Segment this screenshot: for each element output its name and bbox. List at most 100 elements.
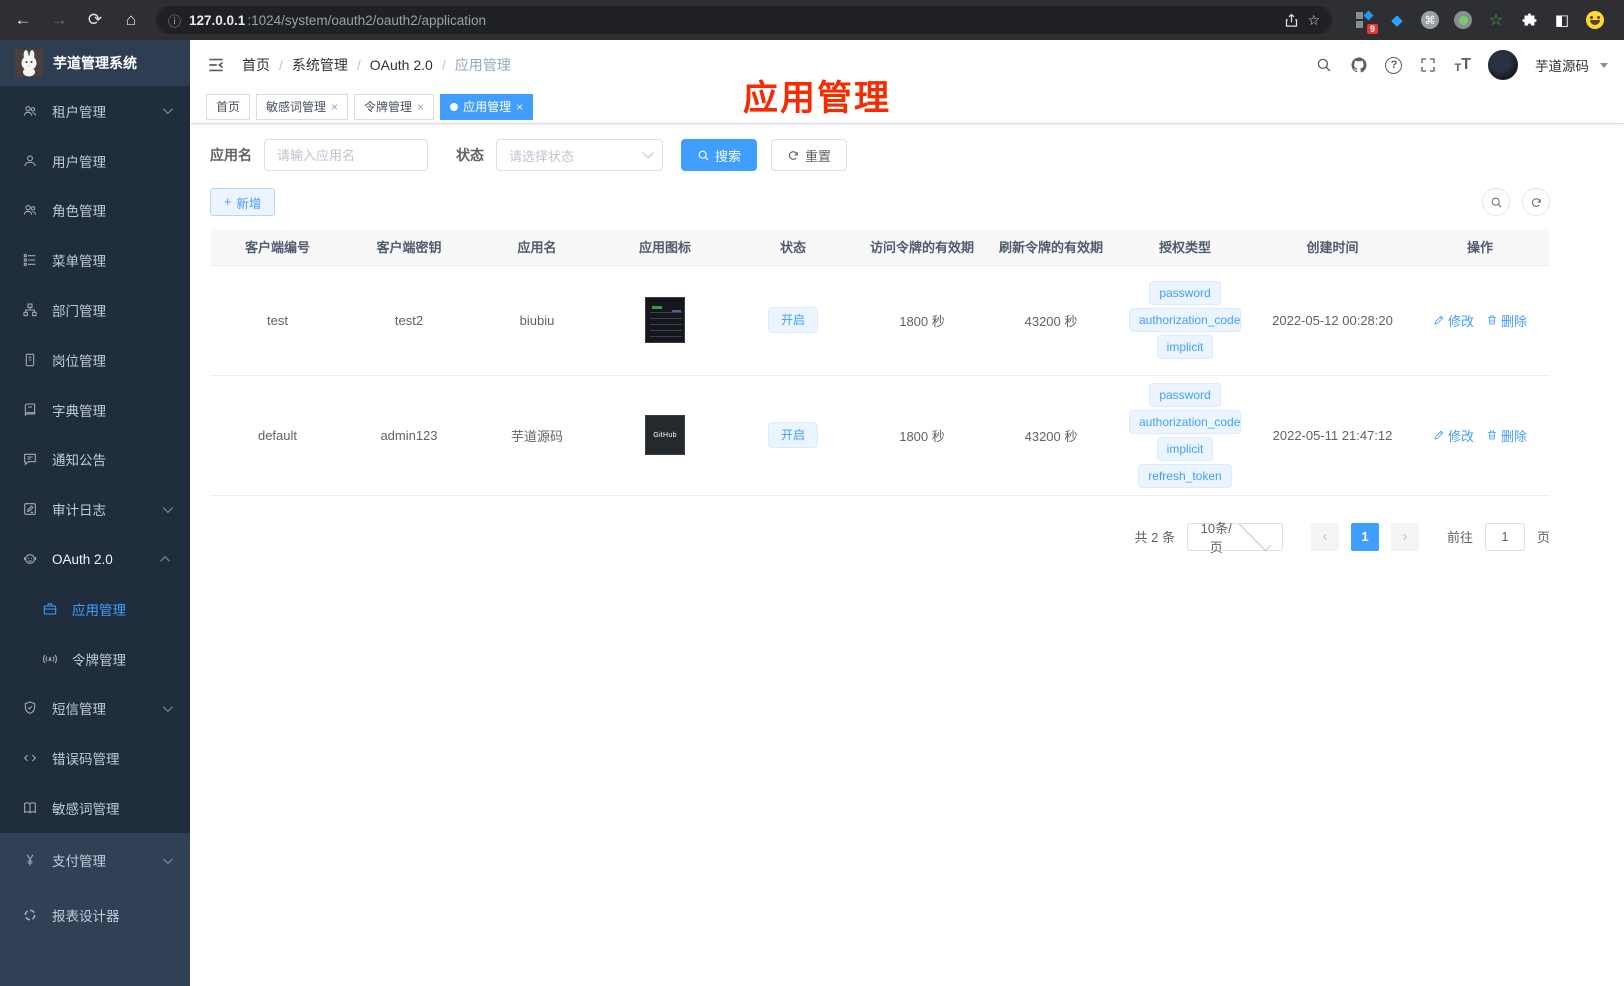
back-icon[interactable]: ← [12,10,34,30]
plus-icon: + [224,195,232,209]
cell-client-secret: admin123 [345,375,473,496]
app-logo[interactable]: 芋道管理系统 [0,40,190,86]
tab-application-manage[interactable]: 应用管理 × [440,93,534,120]
sidebar-item-role[interactable]: 角色管理 [0,186,190,236]
users-icon [23,205,37,216]
sidebar-item-sms[interactable]: 短信管理 [0,684,190,734]
edit-button[interactable]: 修改 [1433,426,1474,445]
next-page-button[interactable]: › [1390,522,1419,551]
cell-app-name: biubiu [473,265,601,376]
url-host: 127.0.0.1 [189,12,246,28]
extension-grid-icon[interactable]: 9 [1354,10,1378,34]
breadcrumb-system[interactable]: 系统管理 [292,55,348,75]
goto-page-input[interactable] [1484,522,1525,551]
add-button[interactable]: + 新增 [210,188,276,216]
table-row: test test2 biubiu 开启 1800 秒 43200 秒 pass… [210,265,1550,376]
app-name-input[interactable] [264,139,428,171]
sidebar-item-error-code[interactable]: 错误码管理 [0,733,190,783]
close-icon[interactable]: × [516,100,523,114]
sidebar-item-label: 错误码管理 [52,752,120,768]
tab-label: 令牌管理 [364,100,413,114]
github-icon[interactable] [1350,56,1368,74]
chevron-down-icon [162,854,173,864]
shield-check-icon [24,701,36,715]
delete-label: 删除 [1501,428,1528,444]
share-icon[interactable] [1284,13,1299,28]
sidebar-item-payment[interactable]: 支付管理 [0,833,190,888]
close-icon[interactable]: × [417,100,424,114]
edit-label: 修改 [1447,428,1474,444]
cell-refresh-validity: 43200 秒 [987,265,1115,376]
bookmark-star-icon[interactable]: ☆ [1307,12,1320,29]
edit-button[interactable]: 修改 [1433,311,1474,330]
toggle-search-button[interactable] [1482,188,1510,216]
extension-command-icon[interactable]: ⌘ [1420,10,1440,30]
reload-icon[interactable]: ⟳ [84,10,106,30]
extension-record-icon[interactable] [1453,10,1473,30]
sidebar-collapse-icon[interactable] [206,55,226,75]
col-actions: 操作 [1410,229,1550,266]
audit-log-icon [24,503,36,516]
extension-gem-icon[interactable]: ◆ [1387,10,1407,30]
sidebar-item-label: 令牌管理 [72,652,126,668]
tab-home[interactable]: 首页 [206,93,251,120]
sidebar-item-tenant[interactable]: 租户管理 [0,86,190,136]
page-size-select[interactable]: 10条/页 [1186,518,1283,555]
extension-puzzle-icon[interactable] [1519,10,1539,30]
search-icon[interactable] [1315,56,1333,74]
grant-tag: implicit [1156,436,1214,461]
site-info-icon[interactable]: ⓘ [168,11,181,30]
sidebar-item-audit-log[interactable]: 审计日志 [0,484,190,534]
breadcrumb-home[interactable]: 首页 [242,55,270,75]
address-bar[interactable]: ⓘ 127.0.0.1 :1024/system/oauth2/oauth2/a… [156,6,1332,34]
cell-client-secret: test2 [345,265,473,376]
emoji-extension-icon[interactable] [1585,10,1605,30]
sidebar-item-report-designer[interactable]: 报表设计器 [0,888,190,943]
breadcrumb-oauth2[interactable]: OAuth 2.0 [370,57,433,73]
delete-button[interactable]: 删除 [1486,311,1527,330]
main-area: 首页 / 系统管理 / OAuth 2.0 / 应用管理 ? TT 芋道源码 首… [190,40,1624,986]
search-icon [698,150,709,160]
chevron-down-icon [162,502,173,513]
search-button[interactable]: 搜索 [681,139,758,171]
sidebar-item-dict[interactable]: 字典管理 [0,385,190,435]
pencil-icon [1434,315,1444,325]
fullscreen-icon[interactable] [1419,56,1437,74]
browser-menu-icon[interactable]: ⋮ [1618,10,1624,30]
grant-tag: authorization_code [1129,409,1241,434]
status-select[interactable]: 请选择状态 [496,139,663,171]
sidebar-item-label: 支付管理 [52,854,106,870]
refresh-table-button[interactable] [1522,188,1550,216]
sidebar-item-token-manage[interactable]: 令牌管理 [0,634,190,684]
sidebar-item-notice[interactable]: 通知公告 [0,435,190,485]
record-glyph [1454,11,1472,29]
font-size-icon[interactable]: TT [1454,56,1471,74]
sidebar-item-application-manage[interactable]: 应用管理 [0,584,190,634]
delete-button[interactable]: 删除 [1486,426,1527,445]
sidebar-item-oauth2[interactable]: OAuth 2.0 [0,534,190,584]
user-avatar[interactable] [1488,50,1518,80]
chevron-down-icon[interactable] [1600,62,1608,68]
split-screen-icon[interactable]: ◧ [1552,10,1572,30]
extensions-area: 9 ◆ ⌘ ☆ ◧ ⋮ [1354,10,1624,34]
forward-icon[interactable]: → [48,10,70,30]
sidebar-item-dept[interactable]: 部门管理 [0,285,190,335]
help-icon[interactable]: ? [1385,56,1403,74]
current-page-button[interactable]: 1 [1350,522,1379,551]
sidebar-item-user[interactable]: 用户管理 [0,136,190,186]
reset-button[interactable]: 重置 [771,139,848,171]
sidebar-item-sensitive-word[interactable]: 敏感词管理 [0,783,190,833]
extension-star-icon[interactable]: ☆ [1486,10,1506,30]
grant-tag: password [1149,281,1221,305]
code-icon [23,754,37,762]
tab-sensitive-word[interactable]: 敏感词管理 × [256,93,349,120]
sidebar-item-post[interactable]: 岗位管理 [0,335,190,385]
chevron-down-icon [162,702,173,712]
home-icon[interactable]: ⌂ [120,10,142,30]
tab-token-manage[interactable]: 令牌管理 × [354,93,435,120]
breadcrumb-separator: / [441,57,446,73]
sidebar-item-menu-manage[interactable]: 菜单管理 [0,235,190,285]
trash-icon [1488,315,1496,325]
close-icon[interactable]: × [331,100,338,114]
prev-page-button[interactable]: ‹ [1310,522,1339,551]
